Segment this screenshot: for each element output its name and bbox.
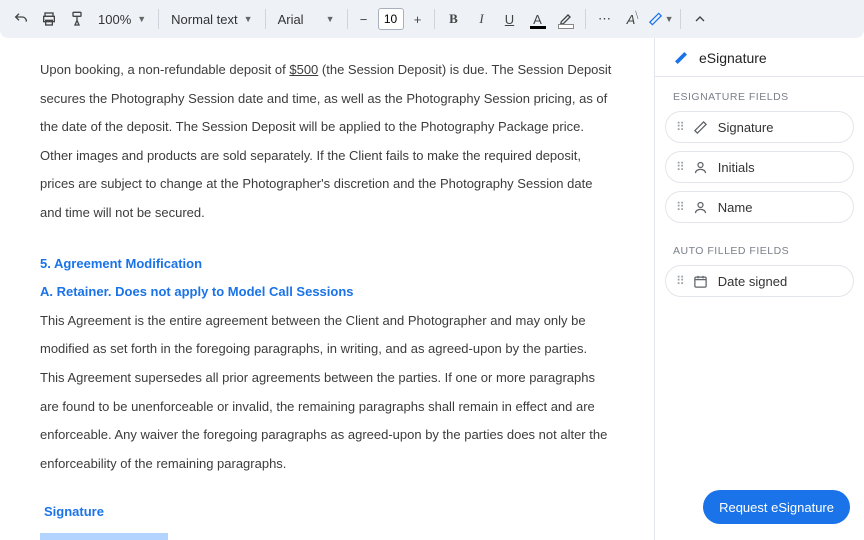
- chevron-down-icon: ▼: [244, 14, 253, 24]
- field-label: Date signed: [718, 274, 787, 289]
- style-select[interactable]: Normal text ▼: [165, 10, 258, 29]
- chevron-down-icon: ▼: [326, 14, 335, 24]
- field-label: Initials: [718, 160, 755, 175]
- field-label: Name: [718, 200, 753, 215]
- separator: [434, 9, 435, 29]
- underline-button[interactable]: U: [497, 6, 523, 32]
- style-value: Normal text: [171, 12, 237, 27]
- pen-icon: [693, 120, 708, 135]
- chevron-down-icon: ▼: [665, 14, 674, 24]
- field-initials[interactable]: ⠿ Initials: [665, 151, 854, 183]
- more-button[interactable]: ⋯: [592, 6, 618, 32]
- field-date-signed[interactable]: ⠿ Date signed: [665, 265, 854, 297]
- section-subheading: A. Retainer. Does not apply to Model Cal…: [40, 278, 614, 307]
- toolbar: 100%▼ Normal text▼ Arial▼ − + B I U A ⋯ …: [0, 0, 864, 38]
- separator: [680, 9, 681, 29]
- font-value: Arial: [278, 12, 304, 27]
- font-select[interactable]: Arial ▼: [272, 10, 341, 29]
- fontsize-input[interactable]: [378, 8, 404, 30]
- section-heading: 5. Agreement Modification: [40, 250, 614, 279]
- field-signature[interactable]: ⠿ Signature: [665, 111, 854, 143]
- sidebar-header: eSignature: [655, 38, 864, 77]
- increase-fontsize-button[interactable]: +: [408, 6, 428, 32]
- drag-handle-icon: ⠿: [676, 275, 683, 287]
- zoom-select[interactable]: 100% ▼: [92, 10, 152, 29]
- paragraph: This Agreement is the entire agreement b…: [40, 307, 614, 479]
- person-outline-icon: [693, 200, 708, 215]
- field-label: Signature: [718, 120, 774, 135]
- calendar-icon: [693, 274, 708, 289]
- section-label-autofill: AUTO FILLED FIELDS: [655, 231, 864, 265]
- italic-button[interactable]: I: [469, 6, 495, 32]
- section-label-fields: ESIGNATURE FIELDS: [655, 77, 864, 111]
- zoom-value: 100%: [98, 12, 131, 27]
- separator: [265, 9, 266, 29]
- highlight-button[interactable]: [553, 6, 579, 32]
- text-color-button[interactable]: A: [525, 6, 551, 32]
- paint-format-button[interactable]: [64, 6, 90, 32]
- document-area[interactable]: Upon booking, a non-refundable deposit o…: [0, 38, 654, 540]
- drag-handle-icon: ⠿: [676, 161, 683, 173]
- esignature-sidebar: eSignature ESIGNATURE FIELDS ⠿ Signature…: [654, 38, 864, 540]
- print-button[interactable]: [36, 6, 62, 32]
- clear-format-button[interactable]: A⧹: [620, 6, 646, 32]
- signature-label: Signature: [44, 498, 614, 527]
- drag-handle-icon: ⠿: [676, 201, 683, 213]
- paragraph: Upon booking, a non-refundable deposit o…: [40, 56, 614, 228]
- separator: [347, 9, 348, 29]
- chevron-down-icon: ▼: [137, 14, 146, 24]
- field-name[interactable]: ⠿ Name: [665, 191, 854, 223]
- deposit-amount: $500: [289, 62, 318, 77]
- decrease-fontsize-button[interactable]: −: [354, 6, 374, 32]
- drag-handle-icon: ⠿: [676, 121, 683, 133]
- bold-button[interactable]: B: [441, 6, 467, 32]
- separator: [158, 9, 159, 29]
- sidebar-title: eSignature: [699, 50, 767, 66]
- undo-button[interactable]: [8, 6, 34, 32]
- signature-icon: [673, 50, 689, 66]
- signature-field-placeholder[interactable]: [40, 533, 168, 540]
- collapse-toolbar-button[interactable]: [687, 6, 713, 32]
- separator: [585, 9, 586, 29]
- request-esignature-button[interactable]: Request eSignature: [703, 490, 850, 524]
- person-icon: [693, 160, 708, 175]
- edit-mode-button[interactable]: ▼: [648, 6, 674, 32]
